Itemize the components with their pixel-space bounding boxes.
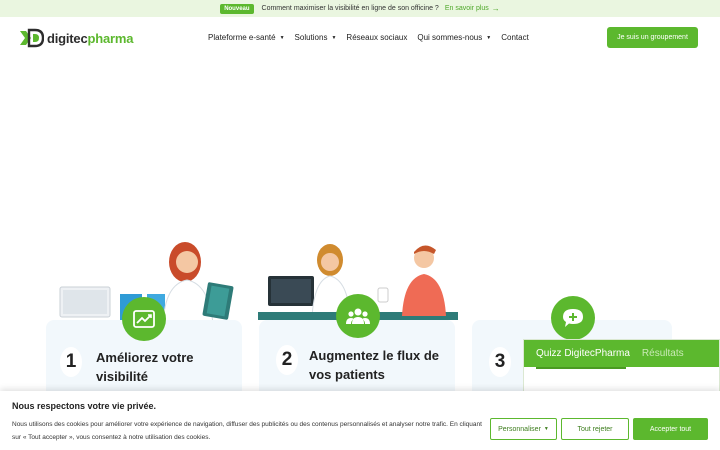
groupement-button[interactable]: Je suis un groupement xyxy=(607,27,698,48)
chat-plus-icon xyxy=(551,296,595,340)
site-header: digitecpharma Plateforme e-santé ▼ Solut… xyxy=(0,17,720,60)
nav-label: Plateforme e-santé xyxy=(208,33,276,42)
nav-reseaux-sociaux[interactable]: Réseaux sociaux xyxy=(346,33,407,42)
tab-quiz[interactable]: Quizz DigitecPharma xyxy=(536,348,630,359)
arrow-right-icon: → xyxy=(491,4,500,13)
chevron-down-icon: ▼ xyxy=(331,34,337,41)
learn-more-label: En savoir plus xyxy=(444,5,489,12)
nav-solutions[interactable]: Solutions ▼ xyxy=(295,33,337,42)
reject-all-button[interactable]: Tout rejeter xyxy=(561,418,629,440)
customize-button[interactable]: Personnaliser ▼ xyxy=(490,418,557,440)
tab-results[interactable]: Résultats xyxy=(642,348,684,359)
nav-plateforme[interactable]: Plateforme e-santé ▼ xyxy=(208,33,285,42)
announcement-message: Comment maximiser la visibilité en ligne… xyxy=(261,5,439,12)
customize-label: Personnaliser xyxy=(498,425,541,433)
chevron-down-icon: ▼ xyxy=(486,34,492,41)
logo-wordmark: digitecpharma xyxy=(47,30,134,46)
nav-label: Solutions xyxy=(294,33,328,42)
announcement-bar: Nouveau Comment maximiser la visibilité … xyxy=(0,0,720,17)
nav-label: Contact xyxy=(501,33,529,42)
cookie-text: Nous utilisons des cookies pour améliore… xyxy=(12,421,482,441)
chart-up-icon xyxy=(122,297,166,341)
users-icon xyxy=(336,294,380,338)
card-title: Améliorez votre visibilité xyxy=(96,350,194,384)
active-tab-indicator xyxy=(536,367,626,369)
nav-label: Réseaux sociaux xyxy=(346,33,408,42)
main-nav: Plateforme e-santé ▼ Solutions ▼ Réseaux… xyxy=(208,33,539,42)
accept-all-button[interactable]: Accepter tout xyxy=(633,418,708,440)
new-badge: Nouveau xyxy=(220,3,254,14)
chevron-down-icon: ▼ xyxy=(279,34,285,41)
nav-label: Qui sommes-nous xyxy=(417,33,483,42)
nav-contact[interactable]: Contact xyxy=(501,33,529,42)
chevron-down-icon: ▼ xyxy=(543,426,549,432)
quiz-widget: Quizz DigitecPharma Résultats xyxy=(523,339,720,399)
step-number: 1 xyxy=(60,347,82,377)
logo[interactable]: digitecpharma xyxy=(20,28,133,48)
cookie-banner: Nous respectons votre vie privée. Nous u… xyxy=(0,391,720,450)
card-title: Augmentez le flux de vos patients xyxy=(309,348,440,382)
step-number: 3 xyxy=(489,347,511,377)
learn-more-link[interactable]: En savoir plus → xyxy=(445,4,500,13)
cookie-title: Nous respectons votre vie privée. xyxy=(12,401,157,411)
quiz-tabs: Quizz DigitecPharma Résultats xyxy=(524,340,719,367)
logo-icon xyxy=(20,28,44,48)
nav-qui-sommes-nous[interactable]: Qui sommes-nous ▼ xyxy=(417,33,491,42)
step-number: 2 xyxy=(276,345,298,375)
